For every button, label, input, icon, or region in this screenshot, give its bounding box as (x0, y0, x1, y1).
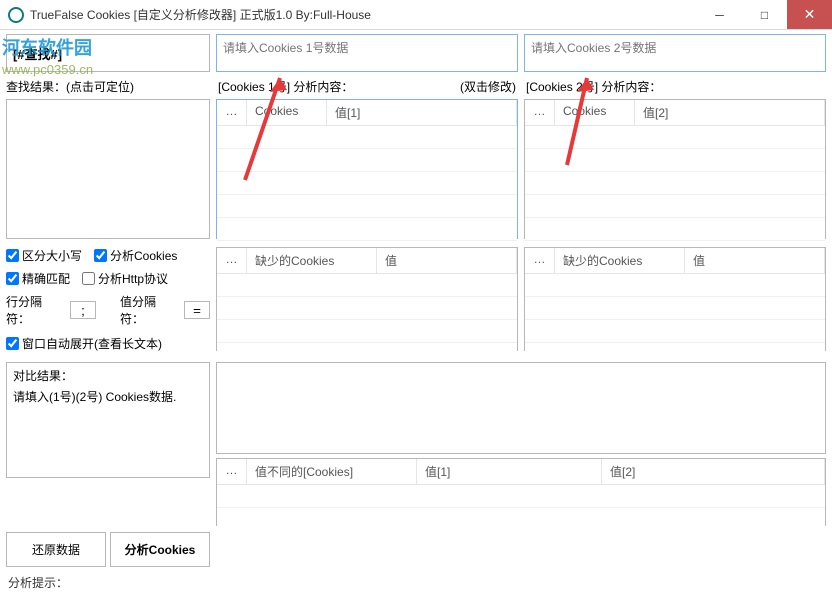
val-sep-input[interactable] (184, 301, 210, 319)
analysis-2-label: [Cookies 2号] 分析内容： (526, 78, 661, 95)
compare-result-label: 对比结果： (13, 367, 203, 384)
window-controls: ─ □ ✕ (697, 0, 832, 29)
row-sep-label: 行分隔符： (6, 293, 54, 327)
missing-1-grid[interactable]: … 缺少的Cookies 值 (216, 247, 518, 351)
col-val1: 值[1] (327, 100, 517, 125)
diff-grid[interactable]: … 值不同的[Cookies] 值[1] 值[2] (216, 458, 826, 526)
dblclick-hint: (双击修改) (460, 78, 516, 95)
analysis-1-label: [Cookies 1号] 分析内容： (218, 78, 353, 95)
val-sep-label: 值分隔符： (120, 293, 168, 327)
col-dash: … (525, 100, 555, 125)
app-icon (8, 7, 24, 23)
options-panel: 区分大小写 分析Cookies 精确匹配 分析Http协议 行分隔符： 值分隔符… (6, 247, 210, 358)
case-sensitive-checkbox[interactable]: 区分大小写 (6, 247, 82, 264)
auto-expand-checkbox[interactable]: 窗口自动展开(查看长文本) (6, 335, 162, 352)
window-title: TrueFalse Cookies [自定义分析修改器] 正式版1.0 By:F… (30, 6, 697, 23)
titlebar: TrueFalse Cookies [自定义分析修改器] 正式版1.0 By:F… (0, 0, 832, 30)
analysis-2-grid[interactable]: … Cookies 值[2] (524, 99, 826, 239)
detail-box[interactable] (216, 362, 826, 454)
search-input[interactable]: [#查找#] (6, 34, 210, 72)
col-cookies: Cookies (555, 100, 635, 125)
exact-match-checkbox[interactable]: 精确匹配 (6, 270, 70, 287)
col-dash: … (217, 100, 247, 125)
col-val2: 值[2] (635, 100, 825, 125)
search-result-list[interactable] (6, 99, 210, 239)
analyze-cookies-checkbox[interactable]: 分析Cookies (94, 247, 177, 264)
missing-2-grid[interactable]: … 缺少的Cookies 值 (524, 247, 826, 351)
search-result-label: 查找结果：(点击可定位) (6, 78, 210, 95)
row-sep-input[interactable] (70, 301, 96, 319)
analysis-1-grid[interactable]: … Cookies 值[1] (216, 99, 518, 239)
restore-button[interactable]: 还原数据 (6, 532, 106, 567)
cookies-2-input[interactable] (524, 34, 826, 72)
analyze-http-checkbox[interactable]: 分析Http协议 (82, 270, 168, 287)
col-cookies: Cookies (247, 100, 327, 125)
close-button[interactable]: ✕ (787, 0, 832, 29)
status-bar: 分析提示： (0, 567, 832, 597)
minimize-button[interactable]: ─ (697, 0, 742, 29)
maximize-button[interactable]: □ (742, 0, 787, 29)
cookies-1-input[interactable] (216, 34, 518, 72)
analyze-button[interactable]: 分析Cookies (110, 532, 210, 567)
compare-result-text: 请填入(1号)(2号) Cookies数据. (13, 388, 203, 405)
compare-result-box: 对比结果： 请填入(1号)(2号) Cookies数据. (6, 362, 210, 478)
